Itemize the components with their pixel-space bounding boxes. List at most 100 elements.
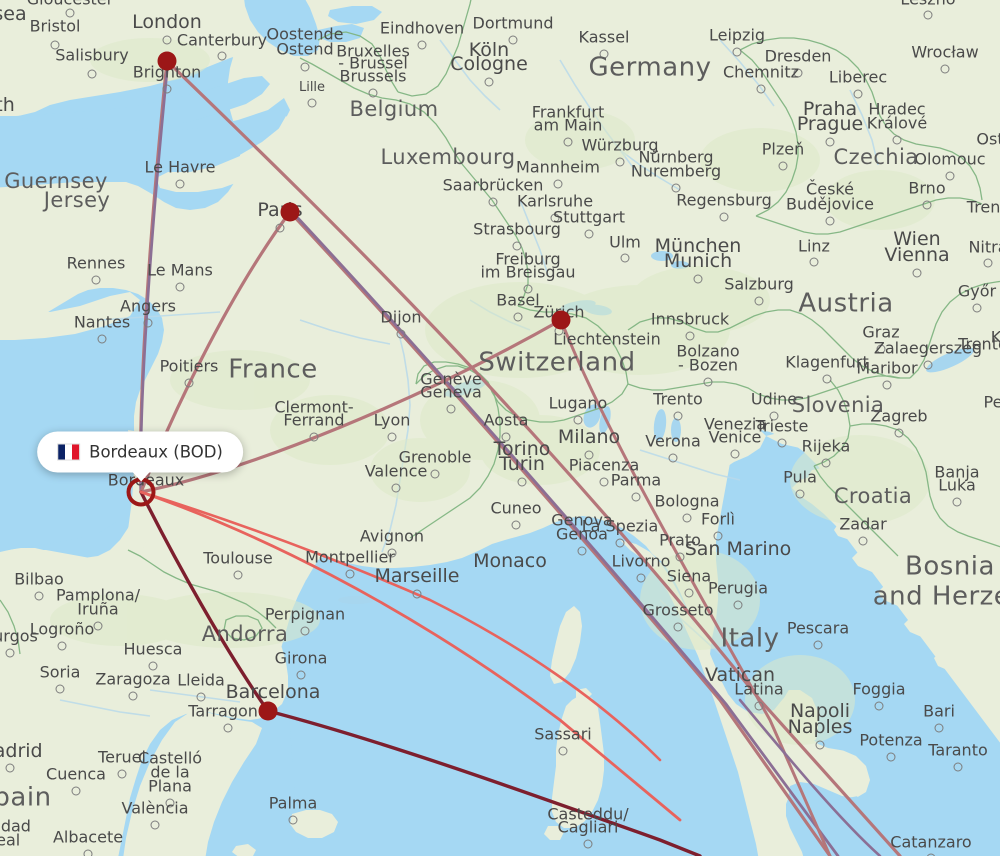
city-dot-icon	[223, 723, 233, 733]
city-dot-icon	[756, 84, 766, 94]
city-dot-icon	[732, 47, 742, 57]
city-dot-icon	[117, 769, 127, 779]
city-dot-icon	[91, 275, 101, 285]
city-dot-icon	[501, 432, 511, 442]
city-dot-icon	[882, 380, 892, 390]
city-dot-icon	[682, 513, 692, 523]
city-dot-icon	[825, 137, 835, 147]
city-dot-icon	[523, 284, 533, 294]
city-dot-icon	[874, 701, 884, 711]
city-dot-icon	[703, 377, 713, 387]
city-dot-icon	[508, 35, 518, 45]
city-dot-icon	[550, 213, 560, 223]
city-dot-icon	[446, 404, 456, 414]
airport-marker[interactable]	[258, 701, 278, 721]
city-dot-icon	[953, 762, 963, 772]
flight-routes-layer[interactable]	[0, 0, 1000, 856]
city-dot-icon	[615, 157, 625, 167]
city-dot-icon	[300, 626, 310, 636]
tooltip-tail	[131, 470, 151, 482]
city-dot-icon	[822, 374, 832, 384]
city-dot-icon	[892, 135, 902, 145]
city-dot-icon	[719, 212, 729, 222]
route-long-haul-parallel[interactable]	[738, 698, 882, 856]
route-zurich-south[interactable]	[559, 318, 832, 856]
city-dot-icon	[83, 849, 93, 856]
city-dot-icon	[894, 428, 904, 438]
city-dot-icon	[517, 477, 527, 487]
city-dot-icon	[636, 573, 646, 583]
city-dot-icon	[55, 684, 65, 694]
city-dot-icon	[368, 88, 378, 98]
city-dot-icon	[128, 691, 138, 701]
city-dot-icon	[484, 77, 494, 87]
route-bordeaux-barcelona[interactable]	[139, 490, 270, 713]
city-dot-icon	[730, 449, 740, 459]
city-dot-icon	[754, 296, 764, 306]
city-dot-icon	[217, 51, 227, 61]
city-dot-icon	[558, 746, 568, 756]
airport-tooltip[interactable]: Bordeaux (BOD)	[37, 431, 243, 482]
city-dot-icon	[553, 179, 563, 189]
fr-flag-icon	[57, 443, 81, 461]
city-dot-icon	[196, 692, 206, 702]
city-dot-icon	[275, 223, 285, 233]
city-dot-icon	[778, 161, 788, 171]
city-dot-icon	[923, 360, 933, 370]
city-dot-icon	[512, 241, 522, 251]
route-bordeaux-mediterranean[interactable]	[139, 490, 682, 822]
city-dot-icon	[148, 661, 158, 671]
city-dot-icon	[671, 183, 681, 193]
route-bordeaux-southeast-light[interactable]	[139, 490, 662, 762]
city-dot-icon	[387, 548, 397, 558]
airport-marker[interactable]	[157, 51, 177, 71]
airport-marker[interactable]	[551, 310, 571, 330]
city-dot-icon	[599, 49, 609, 59]
city-dot-icon	[233, 570, 243, 580]
city-dot-icon	[876, 344, 886, 354]
city-dot-icon	[417, 40, 427, 50]
flight-route-map[interactable]: GloucesterBristolSalisburyLondonCanterbu…	[0, 0, 1000, 856]
city-dot-icon	[809, 257, 819, 267]
city-dot-icon	[631, 492, 641, 502]
city-dot-icon	[57, 641, 67, 651]
city-dot-icon	[184, 378, 194, 388]
city-dot-icon	[345, 569, 355, 579]
city-dot-icon	[162, 35, 172, 45]
hub-airport-marker-bordeaux[interactable]	[126, 477, 156, 507]
city-dot-icon	[65, 8, 75, 18]
city-dot-icon	[583, 839, 593, 849]
route-brighton-southeast[interactable]	[165, 59, 902, 856]
city-dot-icon	[5, 648, 15, 658]
city-dot-icon	[309, 432, 319, 442]
city-dot-icon	[952, 497, 962, 507]
city-dot-icon	[71, 786, 81, 796]
city-dot-icon	[620, 253, 630, 263]
airport-marker[interactable]	[280, 202, 300, 222]
route-bordeaux-brighton-alt[interactable]	[139, 60, 170, 494]
city-dot-icon	[972, 303, 982, 313]
city-dot-icon	[673, 622, 683, 632]
city-dot-icon	[615, 538, 625, 548]
city-dot-icon	[97, 334, 107, 344]
city-dot-icon	[599, 477, 609, 487]
route-paris-southeast-a[interactable]	[288, 210, 832, 856]
city-dot-icon	[795, 489, 805, 499]
city-dot-icon	[858, 536, 868, 546]
city-dot-icon	[668, 453, 678, 463]
city-dot-icon	[93, 621, 103, 631]
city-dot-icon	[50, 40, 60, 50]
city-dot-icon	[821, 458, 831, 468]
city-dot-icon	[162, 84, 172, 94]
city-dot-icon	[923, 10, 933, 20]
city-dot-icon	[412, 589, 422, 599]
city-dot-icon	[886, 752, 896, 762]
city-dot-icon	[34, 591, 44, 601]
city-dot-icon	[488, 197, 498, 207]
city-dot-icon	[793, 68, 803, 78]
city-dot-icon	[713, 531, 723, 541]
city-dot-icon	[584, 229, 594, 239]
city-dot-icon	[684, 588, 694, 598]
city-dot-icon	[296, 670, 306, 680]
city-dot-icon	[825, 216, 835, 226]
